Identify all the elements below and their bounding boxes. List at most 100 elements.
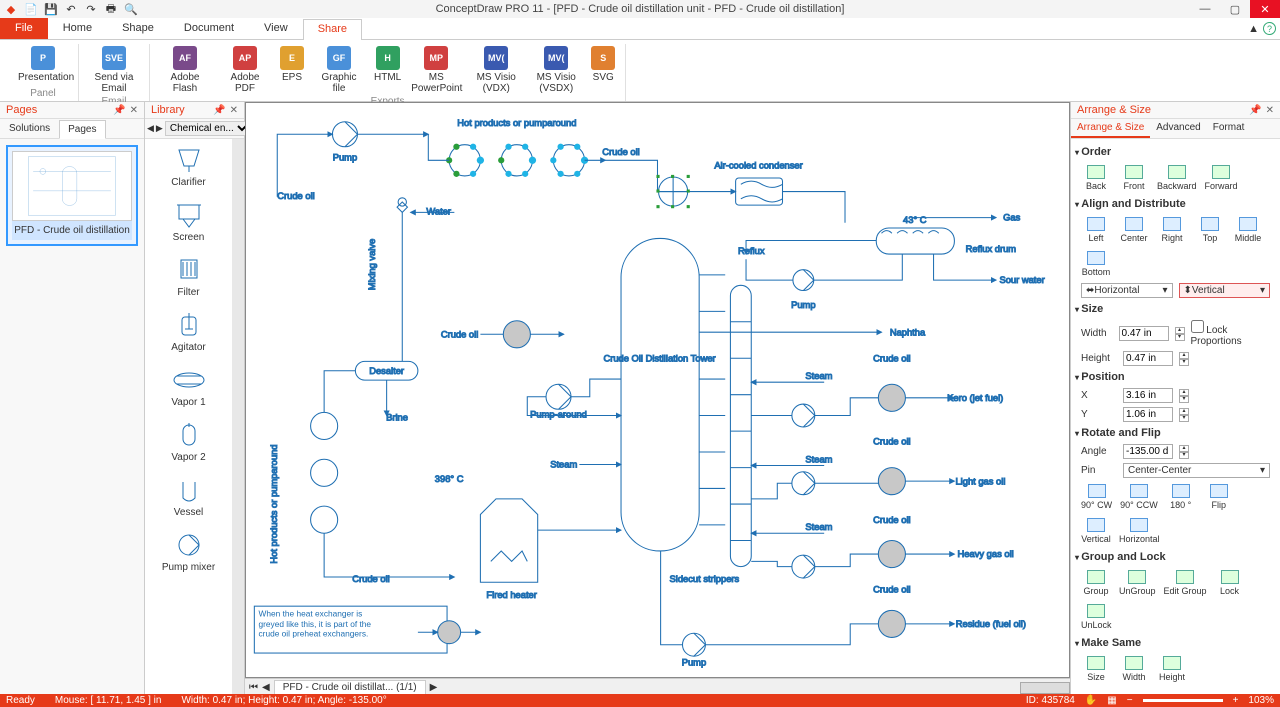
- graphic-file-button[interactable]: GFGraphic file: [312, 44, 366, 96]
- pages-tab-pages[interactable]: Pages: [59, 120, 105, 139]
- edit-group-button[interactable]: Edit Group: [1164, 570, 1207, 596]
- canvas-tab[interactable]: PFD - Crude oil distillat... (1/1): [274, 680, 426, 695]
- new-icon[interactable]: 📄: [24, 2, 38, 16]
- angle-input[interactable]: [1123, 444, 1173, 459]
- lib-next-icon[interactable]: ▶: [156, 123, 163, 134]
- spinner-up[interactable]: ▴: [1175, 327, 1185, 334]
- maximize-button[interactable]: ▢: [1220, 0, 1250, 18]
- middle-button[interactable]: Middle: [1233, 217, 1263, 243]
- tab-nav-next-icon[interactable]: ▶: [426, 682, 442, 693]
- pin-icon[interactable]: 📌: [113, 105, 125, 116]
- tab-view[interactable]: View: [249, 18, 303, 39]
- library-item-vapor-2[interactable]: Vapor 2: [145, 414, 232, 469]
- arrange-tab-advanced[interactable]: Advanced: [1150, 119, 1206, 138]
- adobe-flash-button[interactable]: AFAdobe Flash: [158, 44, 212, 96]
- ungroup-button[interactable]: UnGroup: [1119, 570, 1156, 596]
- library-item-agitator[interactable]: Agitator: [145, 304, 232, 359]
- section-size[interactable]: Size: [1075, 300, 1276, 318]
- pin-icon[interactable]: 📌: [213, 105, 225, 116]
- tab-file[interactable]: File: [0, 18, 48, 39]
- bottom-button[interactable]: Bottom: [1081, 251, 1111, 277]
- section-align[interactable]: Align and Distribute: [1075, 195, 1276, 213]
- page-thumbnail[interactable]: PFD - Crude oil distillation: [6, 145, 138, 246]
- library-scrollbar[interactable]: [232, 139, 244, 696]
- zoom-in-icon[interactable]: +: [1233, 695, 1239, 706]
- tab-nav-prev-icon[interactable]: ◀: [262, 682, 270, 693]
- right-button[interactable]: Right: [1157, 217, 1187, 243]
- section-position[interactable]: Position: [1075, 368, 1276, 386]
- spinner-down[interactable]: ▾: [1175, 334, 1185, 341]
- grid-icon[interactable]: ▦: [1107, 695, 1116, 706]
- 180--button[interactable]: 180 °: [1166, 484, 1196, 510]
- front-button[interactable]: Front: [1119, 165, 1149, 191]
- close-icon[interactable]: ✕: [230, 105, 238, 116]
- distribute-horizontal-select[interactable]: ⬌ Horizontal ▾: [1081, 283, 1173, 298]
- help-icon[interactable]: ?: [1263, 22, 1276, 35]
- library-category-select[interactable]: Chemical en...: [165, 121, 251, 136]
- vertical-button[interactable]: Vertical: [1081, 518, 1111, 544]
- tab-shape[interactable]: Shape: [107, 18, 169, 39]
- library-item-pump-mixer[interactable]: Pump mixer: [145, 524, 232, 579]
- distribute-vertical-select[interactable]: ⬍ Vertical ▾: [1179, 283, 1271, 298]
- library-item-vapor-1[interactable]: Vapor 1: [145, 359, 232, 414]
- html-button[interactable]: HHTML: [372, 44, 403, 96]
- close-icon[interactable]: ✕: [130, 105, 138, 116]
- print-icon[interactable]: 🖶: [104, 2, 118, 16]
- arrange-tab-format[interactable]: Format: [1207, 119, 1251, 138]
- presentation-button[interactable]: PPresentation: [16, 44, 70, 85]
- lock-button[interactable]: Lock: [1215, 570, 1245, 596]
- height-input[interactable]: [1123, 351, 1173, 366]
- minimize-button[interactable]: —: [1190, 0, 1220, 18]
- canvas[interactable]: Pump Crude oil Hot products or pumparoun…: [246, 103, 1069, 677]
- left-button[interactable]: Left: [1081, 217, 1111, 243]
- horizontal-button[interactable]: Horizontal: [1119, 518, 1160, 544]
- save-icon[interactable]: 💾: [44, 2, 58, 16]
- svg-button[interactable]: SSVG: [589, 44, 617, 96]
- flip-button[interactable]: Flip: [1204, 484, 1234, 510]
- ribbon-minimize-icon[interactable]: ▲: [1248, 23, 1259, 35]
- lock-proportions-checkbox[interactable]: [1191, 320, 1204, 333]
- redo-icon[interactable]: ↷: [84, 2, 98, 16]
- section-order[interactable]: Order: [1075, 143, 1276, 161]
- horizontal-scrollbar[interactable]: [1020, 682, 1070, 694]
- ms-powerpoint-button[interactable]: MPMS PowerPoint: [409, 44, 463, 96]
- library-item-filter[interactable]: Filter: [145, 249, 232, 304]
- hand-icon[interactable]: ✋: [1085, 695, 1097, 706]
- back-button[interactable]: Back: [1081, 165, 1111, 191]
- ms-visio-vsdx--button[interactable]: MV(MS Visio (VSDX): [529, 44, 583, 96]
- section-rotate[interactable]: Rotate and Flip: [1075, 424, 1276, 442]
- backward-button[interactable]: Backward: [1157, 165, 1197, 191]
- y-input[interactable]: [1123, 407, 1173, 422]
- send-via-email-button[interactable]: SVESend via Email: [87, 44, 141, 96]
- zoom-out-icon[interactable]: −: [1127, 695, 1133, 706]
- zoom-slider[interactable]: [1143, 699, 1223, 702]
- tab-document[interactable]: Document: [169, 18, 249, 39]
- pin-select[interactable]: Center-Center▾: [1123, 463, 1270, 478]
- arrange-tab-arrange[interactable]: Arrange & Size: [1071, 119, 1150, 138]
- search-icon[interactable]: 🔍: [124, 2, 138, 16]
- library-item-vessel[interactable]: Vessel: [145, 469, 232, 524]
- height-button[interactable]: Height: [1157, 656, 1187, 682]
- close-icon[interactable]: ✕: [1266, 105, 1274, 116]
- tab-home[interactable]: Home: [48, 18, 107, 39]
- eps-button[interactable]: EEPS: [278, 44, 306, 96]
- library-item-clarifier[interactable]: Clarifier: [145, 139, 232, 194]
- group-button[interactable]: Group: [1081, 570, 1111, 596]
- lib-prev-icon[interactable]: ◀: [147, 123, 154, 134]
- top-button[interactable]: Top: [1195, 217, 1225, 243]
- size-button[interactable]: Size: [1081, 656, 1111, 682]
- pin-icon[interactable]: 📌: [1249, 105, 1261, 116]
- x-input[interactable]: [1123, 388, 1173, 403]
- width-input[interactable]: [1119, 326, 1169, 341]
- tab-share[interactable]: Share: [303, 19, 362, 40]
- forward-button[interactable]: Forward: [1205, 165, 1238, 191]
- center-button[interactable]: Center: [1119, 217, 1149, 243]
- ms-visio-vdx--button[interactable]: MV(MS Visio (VDX): [469, 44, 523, 96]
- section-group[interactable]: Group and Lock: [1075, 548, 1276, 566]
- undo-icon[interactable]: ↶: [64, 2, 78, 16]
- close-button[interactable]: ✕: [1250, 0, 1280, 18]
- adobe-pdf-button[interactable]: APAdobe PDF: [218, 44, 272, 96]
- 90-cw-button[interactable]: 90° CW: [1081, 484, 1112, 510]
- unlock-button[interactable]: UnLock: [1081, 604, 1112, 630]
- pages-tab-solutions[interactable]: Solutions: [0, 119, 59, 138]
